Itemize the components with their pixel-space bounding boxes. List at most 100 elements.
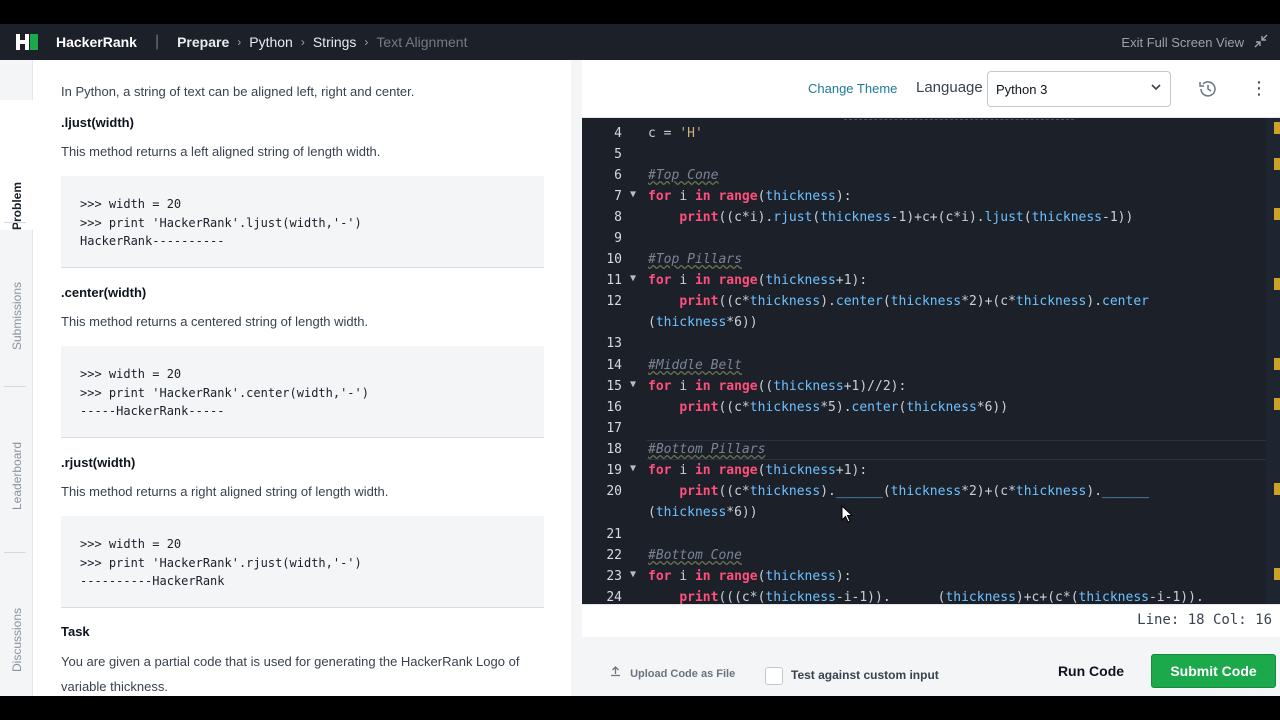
chevron-right-icon: › [364,35,369,49]
run-code-button[interactable]: Run Code [1047,655,1135,687]
line-number: 11 [606,273,622,288]
line-number: 20 [606,484,622,499]
code-line: print((c*thickness).center(thickness*2)+… [679,294,1149,309]
top-navbar: HackerRank | Prepare › Python › Strings … [0,24,1280,60]
chevron-right-icon: › [300,35,305,49]
tab-divider [4,552,26,553]
problem-panel: Problem Submissions Leaderboard Discussi… [0,60,571,696]
code-line: for i in range(thickness): [648,189,852,204]
code-editor[interactable]: 4 5 6 7 8 9 10 11 12 13 14 15 16 17 18 19 20 21 22 23 24 ▼ ▼… [582,118,1280,604]
method-desc-rjust: This method returns a right aligned stri… [61,484,389,499]
scrollbar-warning-marker [1274,278,1280,290]
line-number: 10 [606,252,622,267]
line-number: 21 [606,527,622,542]
fold-chevron-icon[interactable]: ▼ [630,189,636,200]
change-theme-link[interactable]: Change Theme [808,81,897,96]
method-desc-ljust: This method returns a left aligned strin… [61,144,381,159]
compress-icon[interactable] [1254,34,1268,51]
code-line: for i in range((thickness+1)//2): [648,379,907,394]
fold-chevron-icon[interactable]: ▼ [630,569,636,580]
more-options-icon[interactable]: ⋮ [1250,79,1268,97]
line-number: 15 [606,379,622,394]
editor-statusbar: Line: 18 Col: 16 [582,604,1280,637]
line-number: 16 [606,400,622,415]
method-desc-center: This method returns a centered string of… [61,314,369,329]
code-line: print((c*i).rjust(thickness-1)+c+(c*i).l… [679,210,1134,225]
tab-discussions[interactable]: Discussions [0,598,33,672]
language-label: Language [916,79,983,96]
exit-fullscreen-link[interactable]: Exit Full Screen View [1121,35,1244,50]
code-line: #Bottom Pillars [648,442,766,457]
scrollbar-warning-marker [1274,398,1280,410]
code-line: print((c*thickness*5).center(thickness*6… [679,400,1009,415]
code-line: #Top Pillars [648,252,742,267]
code-line: for i in range(thickness+1): [648,273,868,288]
mouse-pointer-icon [841,505,853,523]
line-number: 5 [614,147,622,162]
code-line: for i in range(thickness): [648,569,852,584]
cursor-position: Line: 18 Col: 16 [1137,612,1272,628]
code-sample-center: >>> width = 20 >>> print 'HackerRank'.ce… [61,346,544,438]
code-line: print(((c*(thickness-i-1)). (thickness)+… [679,590,1204,604]
editor-toolbar: Change Theme Language Python 3 ⋮ [582,60,1280,118]
breadcrumb-current: Text Alignment [376,34,468,50]
fold-chevron-icon[interactable]: ▼ [630,463,636,474]
breadcrumb-prepare[interactable]: Prepare [177,34,229,50]
scrollbar-warning-marker [1274,358,1280,370]
line-number: 7 [614,189,622,204]
upload-icon [610,666,624,680]
tab-problem[interactable]: Problem [0,100,33,230]
tab-divider [4,222,26,223]
fold-chevron-icon[interactable]: ▼ [630,379,636,390]
tab-label: Discussions [9,607,24,672]
brand-name[interactable]: HackerRank [56,34,137,50]
tab-leaderboard[interactable]: Leaderboard [0,428,33,510]
chevron-right-icon: › [237,35,242,49]
breadcrumb-strings[interactable]: Strings [313,34,357,50]
fold-dashes [844,119,1074,120]
tab-label: Problem [9,181,24,230]
line-number: 4 [614,126,622,141]
line-number: 19 [606,463,622,478]
code-line: for i in range(thickness+1): [648,463,868,478]
scrollbar-warning-marker [1274,158,1280,170]
scrollbar-warning-marker [1274,122,1280,134]
custom-input-label[interactable]: Test against custom input [791,668,939,682]
vertical-tabs: Problem Submissions Leaderboard Discussi… [0,60,33,696]
language-select[interactable]: Python 3 [987,71,1171,107]
upload-label: Upload Code as File [630,668,736,680]
tab-label: Submissions [9,281,24,350]
hackerrank-logo-icon[interactable] [16,34,38,50]
code-sample-ljust: >>> width = 20 >>> print 'HackerRank'.lj… [61,176,544,268]
intro-text: In Python, a string of text can be align… [61,84,415,99]
editor-actions: Upload Code as File Test against custom … [582,645,1280,696]
line-number: 17 [606,421,622,436]
divider: | [154,33,160,50]
code-line: #Top Cone [648,168,719,183]
code-sample-rjust: >>> width = 20 >>> print 'HackerRank'.rj… [61,516,544,608]
tab-divider [4,386,26,387]
line-number: 9 [614,231,622,246]
scrollbar-warning-marker [1274,568,1280,580]
line-number: 22 [606,548,622,563]
breadcrumb-python[interactable]: Python [249,34,293,50]
method-heading-rjust: .rjust(width) [61,455,136,470]
code-line: print((c*thickness).______(thickness*2)+… [679,484,1149,499]
task-text-line-1: You are given a partial code that is use… [61,654,520,669]
scrollbar-warning-marker [1274,483,1280,495]
history-icon[interactable] [1198,79,1218,99]
scrollbar-warning-marker [1274,208,1280,220]
submit-code-button[interactable]: Submit Code [1151,654,1276,688]
line-number: 13 [606,336,622,351]
panel-resize-handle[interactable] [571,60,582,696]
line-number: 23 [606,569,622,584]
custom-input-checkbox[interactable] [765,667,783,685]
tab-submissions[interactable]: Submissions [0,260,33,350]
upload-code-button[interactable]: Upload Code as File [610,666,735,680]
fold-chevron-icon[interactable]: ▼ [630,273,636,284]
method-heading-ljust: .ljust(width) [61,115,134,130]
editor-panel: Change Theme Language Python 3 ⋮ 4 5 6 7 8 9 1… [582,60,1280,696]
line-number: 6 [614,168,622,183]
tab-label: Leaderboard [9,441,24,510]
task-text-line-2: variable thickness. [61,679,168,694]
